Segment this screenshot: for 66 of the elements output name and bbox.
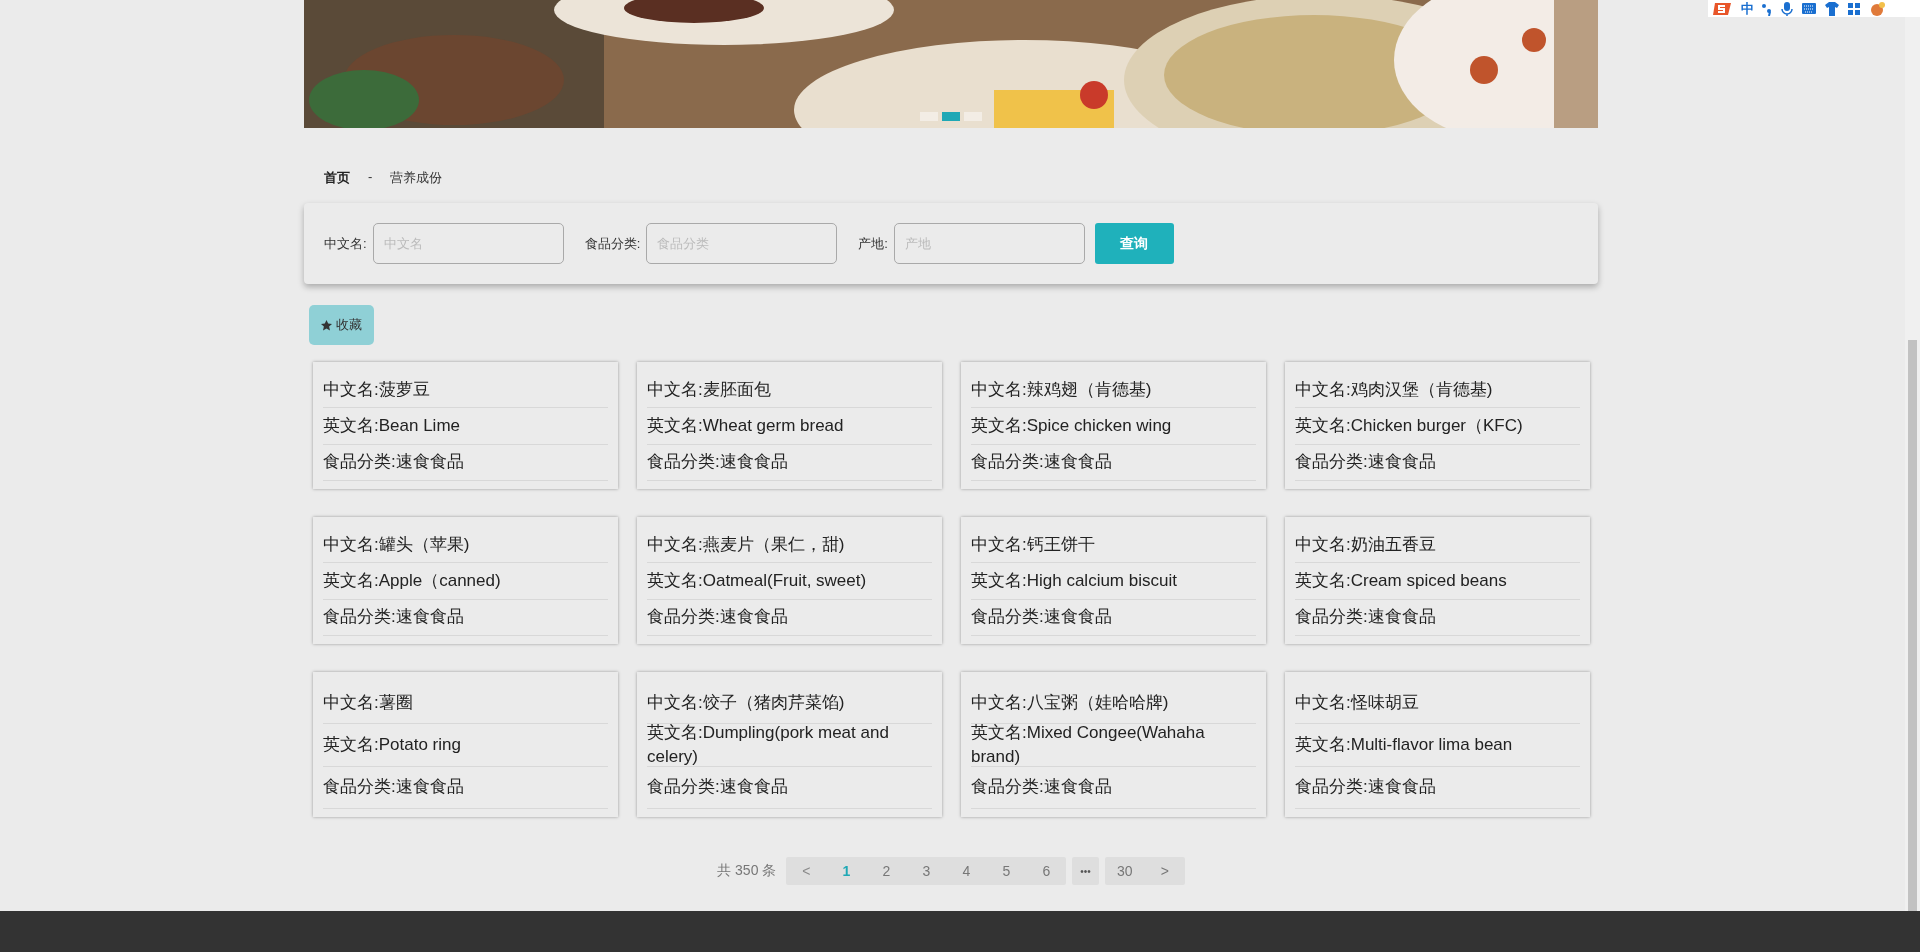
card-text: 食品分类:速食食品 bbox=[1295, 606, 1436, 629]
card-text: 英文名:Chicken burger（KFC) bbox=[1295, 415, 1523, 437]
card-text: 中文名:八宝粥（娃哈哈牌) bbox=[971, 691, 1169, 714]
total-count: 共 350 条 bbox=[717, 862, 777, 880]
card-text: 食品分类:速食食品 bbox=[971, 606, 1112, 629]
card-text: 食品分类:速食食品 bbox=[1295, 451, 1436, 474]
card-text: 英文名:Wheat germ bread bbox=[647, 415, 844, 437]
punctuation-icon[interactable] bbox=[1761, 1, 1773, 16]
card-text: 英文名:Multi-flavor lima bean bbox=[1295, 734, 1513, 756]
card-text: 食品分类:速食食品 bbox=[971, 776, 1112, 799]
favorite-button[interactable]: 收藏 bbox=[309, 305, 374, 345]
card-text: 食品分类:速食食品 bbox=[647, 451, 788, 474]
input-mode-toggle[interactable]: 中 bbox=[1741, 0, 1754, 17]
ellipsis: ••• bbox=[1079, 865, 1092, 877]
card-text: 英文名:Dumpling(pork meat and celery) bbox=[647, 722, 890, 768]
food-card[interactable]: 中文名:饺子（猪肉芹菜馅) 英文名:Dumpling(pork meat and celery) 食品分类:速食食品 bbox=[637, 672, 942, 817]
breadcrumb-separator: - bbox=[368, 169, 373, 186]
keyboard-icon[interactable] bbox=[1801, 2, 1817, 15]
field-label: 产地: bbox=[858, 234, 888, 253]
card-text: 中文名:麦胚面包 bbox=[647, 378, 771, 401]
breadcrumb-link[interactable]: 营养成份 bbox=[390, 169, 443, 203]
food-card[interactable]: 中文名:奶油五香豆 英文名:Cream spiced beans 食品分类:速食食品 bbox=[1285, 517, 1590, 644]
card-text: 英文名:Oatmeal(Fruit, sweet) bbox=[647, 570, 867, 592]
card-text: 英文名:Cream spiced beans bbox=[1295, 570, 1507, 592]
food-card[interactable]: 中文名:麦胚面包 英文名:Wheat germ bread 食品分类:速食食品 bbox=[637, 362, 942, 489]
field-label: 食品分类: bbox=[584, 234, 641, 253]
food-card[interactable]: 中文名:辣鸡翅（肯德基) 英文名:Spice chicken wing 食品分类:速食食品 bbox=[961, 362, 1266, 489]
card-text: 食品分类:速食食品 bbox=[323, 776, 464, 799]
food-card[interactable]: 中文名:薯圈 英文名:Potato ring 食品分类:速食食品 bbox=[313, 672, 618, 817]
card-text: 英文名:High calcium biscuit bbox=[971, 570, 1177, 592]
card-text: 中文名:薯圈 bbox=[323, 691, 413, 714]
food-card[interactable]: 中文名:菠萝豆 英文名:Bean Lime 食品分类:速食食品 bbox=[313, 362, 618, 489]
microphone-icon[interactable] bbox=[1780, 1, 1794, 16]
card-text: 中文名:奶油五香豆 bbox=[1295, 533, 1436, 556]
card-text: 中文名:鸡肉汉堡（肯德基) bbox=[1295, 378, 1493, 401]
shirt-icon[interactable] bbox=[1824, 1, 1840, 16]
food-card[interactable]: 中文名:钙王饼干 英文名:High calcium biscuit 食品分类:速食食品 bbox=[961, 517, 1266, 644]
card-text: 英文名:Spice chicken wing bbox=[971, 415, 1172, 437]
card-text: 英文名:Mixed Congee(Wahaha brand) bbox=[971, 722, 1206, 768]
card-text: 食品分类:速食食品 bbox=[323, 606, 464, 629]
card-text: 食品分类:速食食品 bbox=[647, 606, 788, 629]
ime-logo-icon[interactable] bbox=[1712, 0, 1734, 17]
card-text: 中文名:燕麦片（果仁，甜) bbox=[647, 533, 845, 556]
card-text: 英文名:Apple（canned) bbox=[323, 570, 501, 592]
food-card[interactable]: 中文名:鸡肉汉堡（肯德基) 英文名:Chicken burger（KFC) 食品分类:速食食品 bbox=[1285, 362, 1590, 489]
card-text: 中文名:钙王饼干 bbox=[971, 533, 1095, 556]
food-card[interactable]: 中文名:怪味胡豆 英文名:Multi-flavor lima bean 食品分类:速食食品 bbox=[1285, 672, 1590, 817]
card-text: 食品分类:速食食品 bbox=[323, 451, 464, 474]
card-text: 中文名:饺子（猪肉芹菜馅) bbox=[647, 691, 845, 714]
field-label: 中文名: bbox=[324, 234, 367, 253]
card-text: 中文名:怪味胡豆 bbox=[1295, 691, 1419, 714]
food-card[interactable]: 中文名:八宝粥（娃哈哈牌) 英文名:Mixed Congee(Wahaha brand) 食品分类:速食食品 bbox=[961, 672, 1266, 817]
card-text: 中文名:辣鸡翅（肯德基) bbox=[971, 378, 1152, 401]
card-text: 中文名:罐头（苹果) bbox=[323, 533, 470, 556]
scrollbar-thumb[interactable] bbox=[1908, 340, 1917, 911]
card-text: 英文名:Bean Lime bbox=[323, 415, 460, 437]
card-text: 食品分类:速食食品 bbox=[971, 451, 1112, 474]
card-text: 英文名:Potato ring bbox=[323, 734, 461, 756]
breadcrumb-link[interactable]: 首页 bbox=[324, 169, 350, 203]
card-text: 食品分类:速食食品 bbox=[647, 776, 788, 799]
card-text: 中文名:菠萝豆 bbox=[323, 378, 430, 401]
star-icon bbox=[321, 319, 332, 331]
food-card[interactable]: 中文名:燕麦片（果仁，甜) 英文名:Oatmeal(Fruit, sweet) 食品分类:速食食品 bbox=[637, 517, 942, 644]
grid-icon[interactable] bbox=[1847, 1, 1861, 16]
food-card[interactable]: 中文名:罐头（苹果) 英文名:Apple（canned) 食品分类:速食食品 bbox=[313, 517, 618, 644]
card-text: 食品分类:速食食品 bbox=[1295, 776, 1436, 799]
